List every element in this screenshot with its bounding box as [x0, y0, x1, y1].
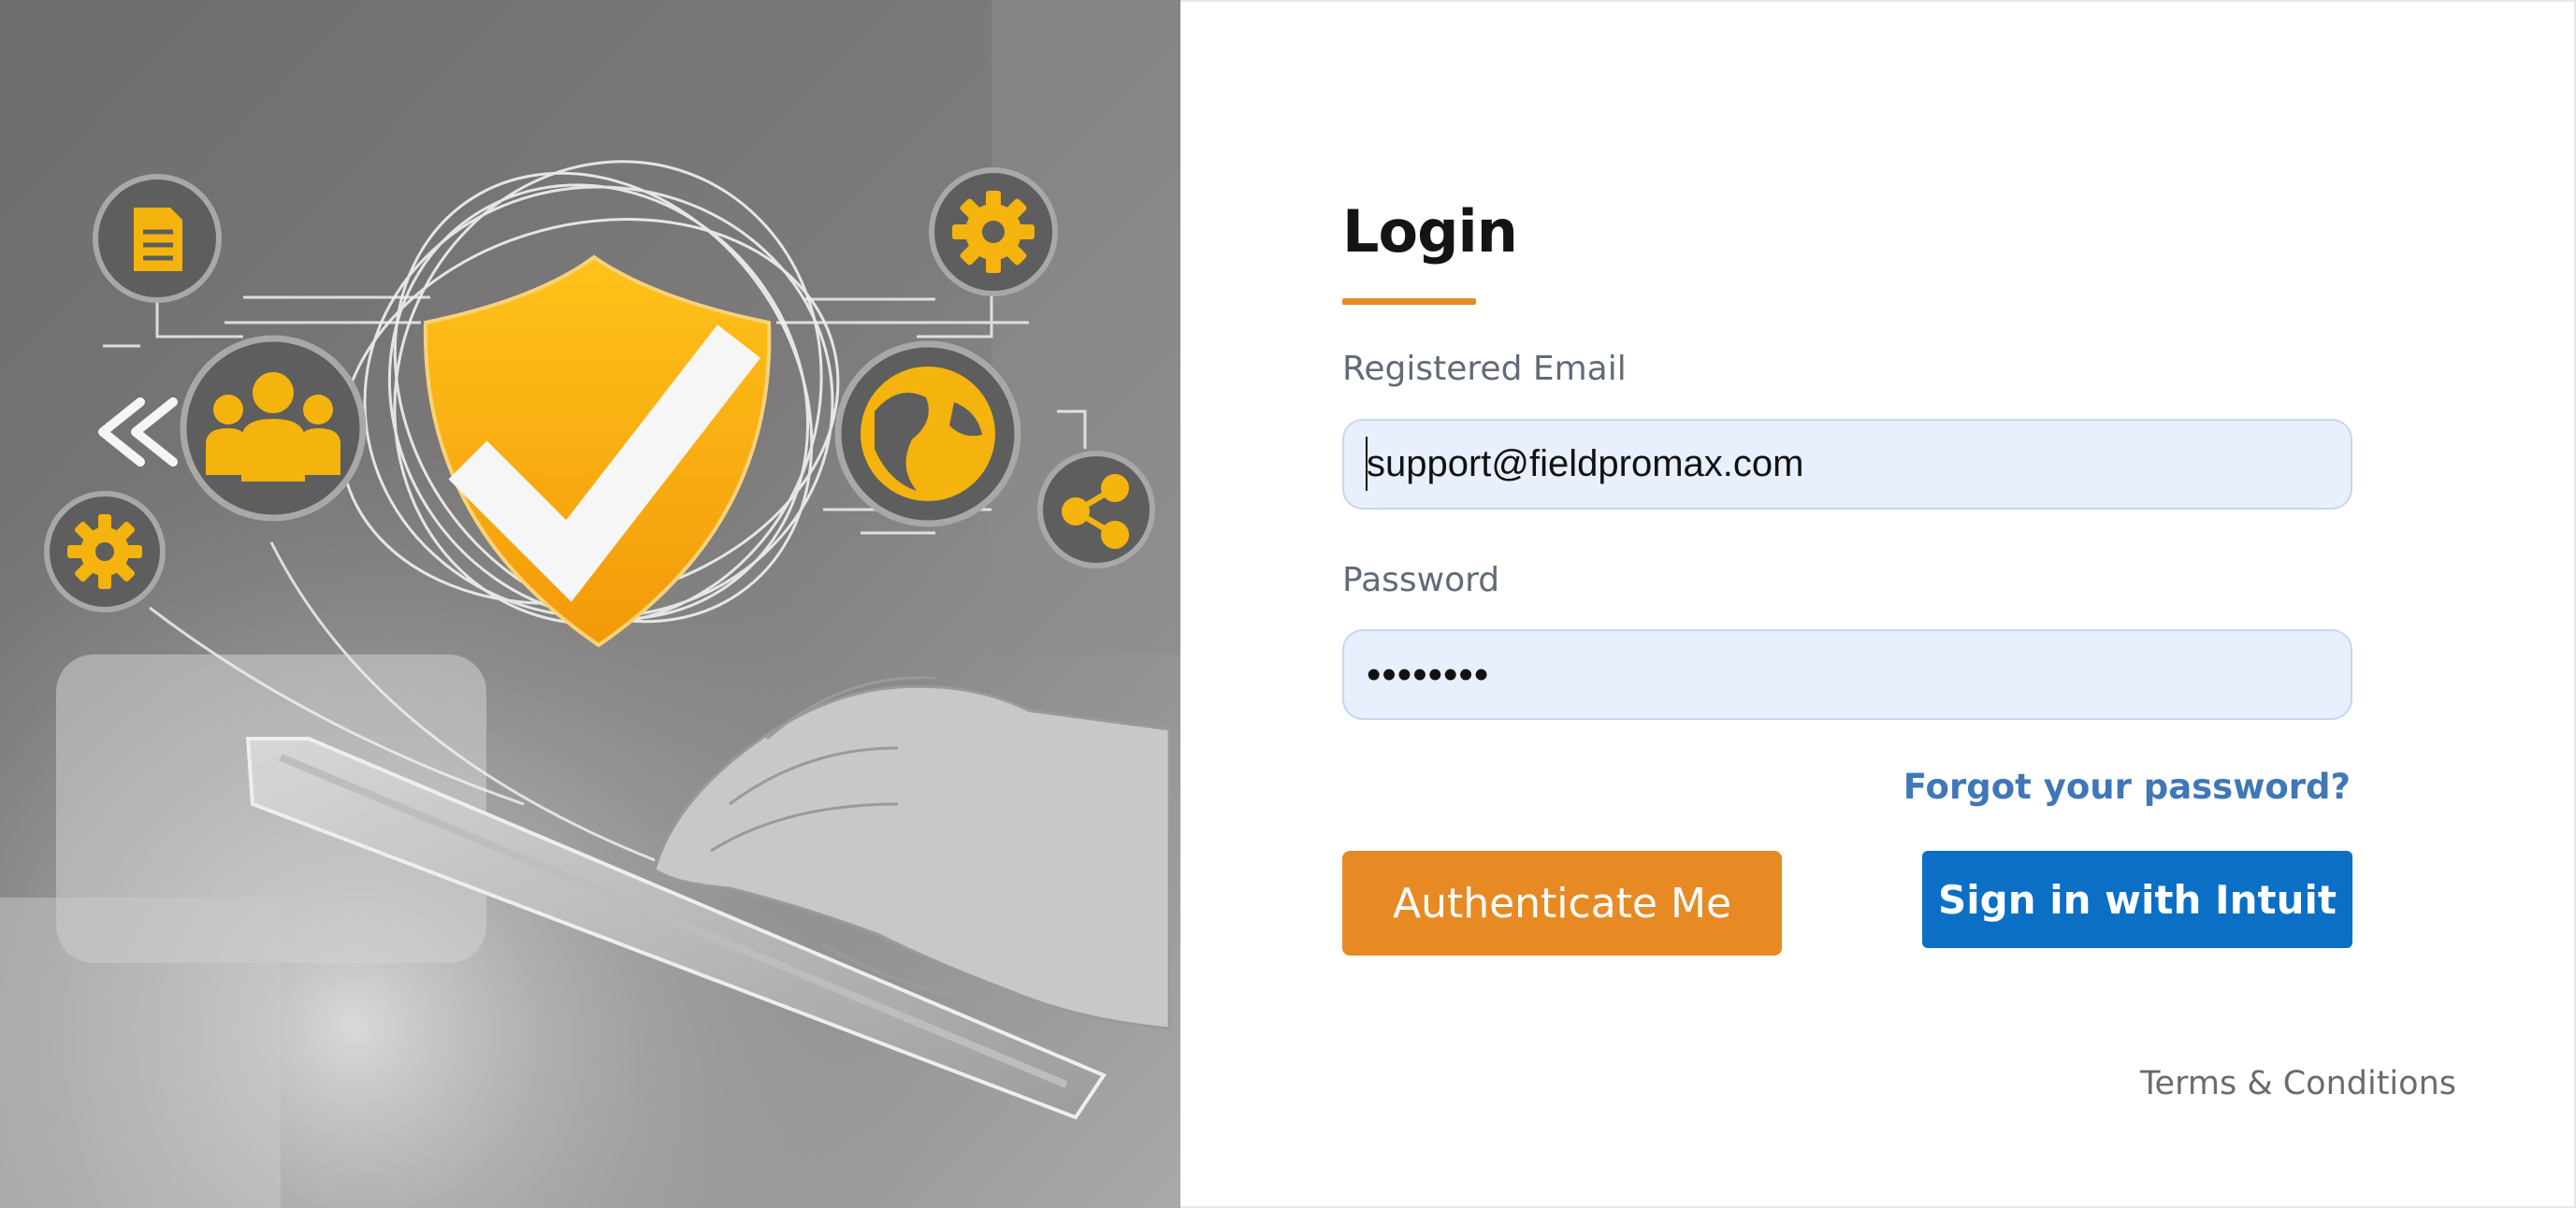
email-field[interactable]	[1342, 419, 2352, 510]
globe-icon	[834, 340, 1021, 527]
text-caret	[1366, 437, 1368, 491]
page-title: Login	[1342, 197, 1518, 266]
password-field[interactable]	[1342, 629, 2352, 720]
title-underline	[1342, 298, 1476, 305]
login-panel: Login Registered Email Password Forgot y…	[1180, 0, 2576, 1208]
authenticate-button[interactable]: Authenticate Me	[1342, 851, 1782, 956]
people-icon	[180, 335, 367, 522]
password-label: Password	[1342, 561, 1500, 599]
sign-in-with-intuit-button[interactable]: Sign in with Intuit	[1922, 851, 2352, 948]
forgot-password-link[interactable]: Forgot your password?	[1903, 767, 2351, 807]
gear-icon	[929, 167, 1058, 296]
document-icon	[93, 174, 222, 303]
share-icon	[1037, 451, 1155, 568]
login-page: Login Registered Email Password Forgot y…	[0, 0, 2576, 1208]
gear-icon	[44, 491, 166, 612]
terms-link[interactable]: Terms & Conditions	[2140, 1065, 2456, 1102]
hero-illustration	[0, 0, 1180, 1208]
email-label: Registered Email	[1342, 350, 1627, 388]
